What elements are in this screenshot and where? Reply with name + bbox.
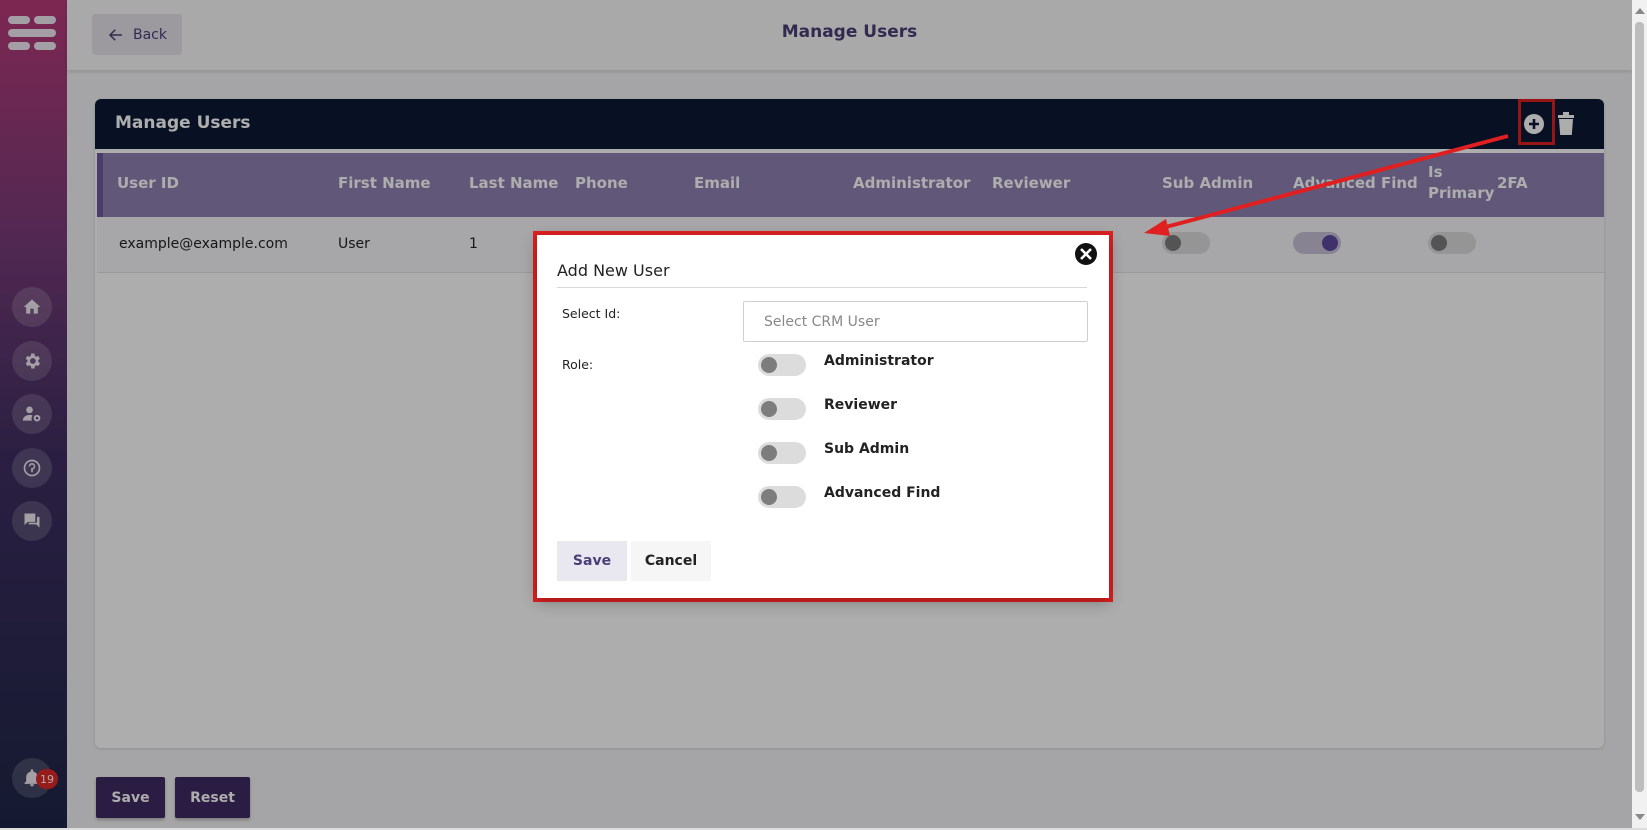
scroll-thumb[interactable]	[1635, 22, 1644, 792]
toggle-role-reviewer[interactable]	[758, 398, 806, 420]
modal-title: Add New User	[557, 261, 670, 280]
toggle-role-advanced-find[interactable]	[758, 486, 806, 508]
role-administrator-label: Administrator	[824, 353, 934, 369]
role-advanced-find-label: Advanced Find	[824, 485, 941, 501]
role-label: Role:	[562, 357, 594, 372]
close-icon[interactable]	[1075, 243, 1097, 265]
page-scrollbar[interactable]	[1632, 0, 1647, 828]
select-id-label: Select Id:	[562, 306, 621, 321]
modal-divider	[557, 287, 1087, 288]
modal-save-button[interactable]: Save	[557, 541, 627, 581]
modal-cancel-button[interactable]: Cancel	[631, 541, 711, 581]
role-sub-admin-label: Sub Admin	[824, 441, 910, 457]
toggle-role-administrator[interactable]	[758, 354, 806, 376]
add-user-modal: Add New User Select Id: Role: Administra…	[537, 235, 1109, 598]
toggle-role-sub-admin[interactable]	[758, 442, 806, 464]
select-crm-user-input[interactable]	[743, 301, 1088, 342]
scroll-up-icon[interactable]	[1635, 8, 1645, 14]
role-reviewer-label: Reviewer	[824, 397, 898, 413]
scroll-down-icon[interactable]	[1635, 814, 1645, 820]
